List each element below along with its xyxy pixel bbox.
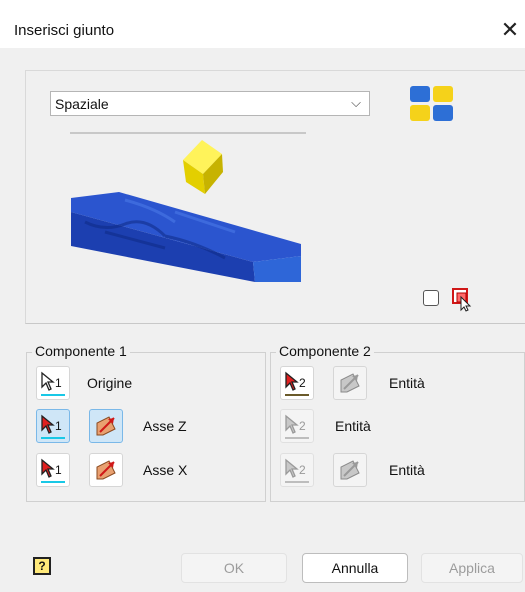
axis-x-label: Asse X bbox=[143, 462, 188, 478]
title-bar: Inserisci giunto ✕ bbox=[0, 0, 525, 48]
cube-pick-icon[interactable] bbox=[450, 286, 474, 312]
component2-entity-select-button[interactable]: 2 bbox=[280, 366, 314, 400]
cancel-button[interactable]: Annulla bbox=[302, 553, 408, 583]
pick-count: 2 bbox=[299, 376, 306, 390]
joint-type-icon[interactable] bbox=[408, 84, 456, 124]
underline-indicator bbox=[285, 481, 309, 483]
origin-select-button[interactable]: 1 bbox=[36, 366, 70, 400]
component2-axis-x-select-button[interactable]: 2 bbox=[280, 453, 314, 487]
pick-count: 2 bbox=[299, 463, 306, 477]
underline-indicator bbox=[41, 394, 65, 396]
apply-button[interactable]: Applica bbox=[421, 553, 523, 583]
flip-direction-icon bbox=[96, 416, 116, 436]
pick-count: 1 bbox=[55, 419, 62, 433]
axis-z-label: Asse Z bbox=[143, 418, 187, 434]
axis-x-select-button[interactable]: 1 bbox=[36, 453, 70, 487]
flip-direction-icon bbox=[96, 460, 116, 480]
component2-axis-x-label: Entità bbox=[389, 462, 425, 478]
flip-checkbox[interactable] bbox=[423, 290, 439, 306]
pick-count: 2 bbox=[299, 419, 306, 433]
axis-x-flip-button[interactable] bbox=[89, 453, 123, 487]
pick-count: 1 bbox=[55, 376, 62, 390]
axis-z-flip-button[interactable] bbox=[89, 409, 123, 443]
component2-axis-z-label: Entità bbox=[335, 418, 371, 434]
underline-indicator bbox=[285, 437, 309, 439]
insert-joint-dialog: Inserisci giunto ✕ Spaziale ⌵ Componente… bbox=[0, 0, 525, 592]
origin-label: Origine bbox=[87, 375, 133, 391]
component2-axis-x-flip-button[interactable] bbox=[333, 453, 367, 487]
underline-indicator bbox=[285, 394, 309, 396]
component2-label: Componente 2 bbox=[276, 343, 374, 359]
joint-type-dropdown[interactable]: Spaziale ⌵ bbox=[50, 91, 370, 116]
component2-axis-z-select-button[interactable]: 2 bbox=[280, 409, 314, 443]
flip-direction-icon bbox=[340, 460, 360, 480]
underline-indicator bbox=[41, 481, 65, 483]
component1-label: Componente 1 bbox=[32, 343, 130, 359]
axis-z-select-button[interactable]: 1 bbox=[36, 409, 70, 443]
ok-button[interactable]: OK bbox=[181, 553, 287, 583]
close-button[interactable]: ✕ bbox=[496, 16, 524, 44]
flip-direction-icon bbox=[340, 373, 360, 393]
chevron-down-icon: ⌵ bbox=[351, 95, 361, 110]
underline-indicator bbox=[41, 437, 65, 439]
joint-preview-graphic bbox=[71, 140, 301, 282]
joint-type-value: Spaziale bbox=[55, 96, 109, 112]
dialog-title: Inserisci giunto bbox=[14, 22, 115, 39]
pick-count: 1 bbox=[55, 463, 62, 477]
component2-flip-button[interactable] bbox=[333, 366, 367, 400]
component2-entity-label: Entità bbox=[389, 375, 425, 391]
help-icon[interactable]: ? bbox=[33, 557, 51, 575]
